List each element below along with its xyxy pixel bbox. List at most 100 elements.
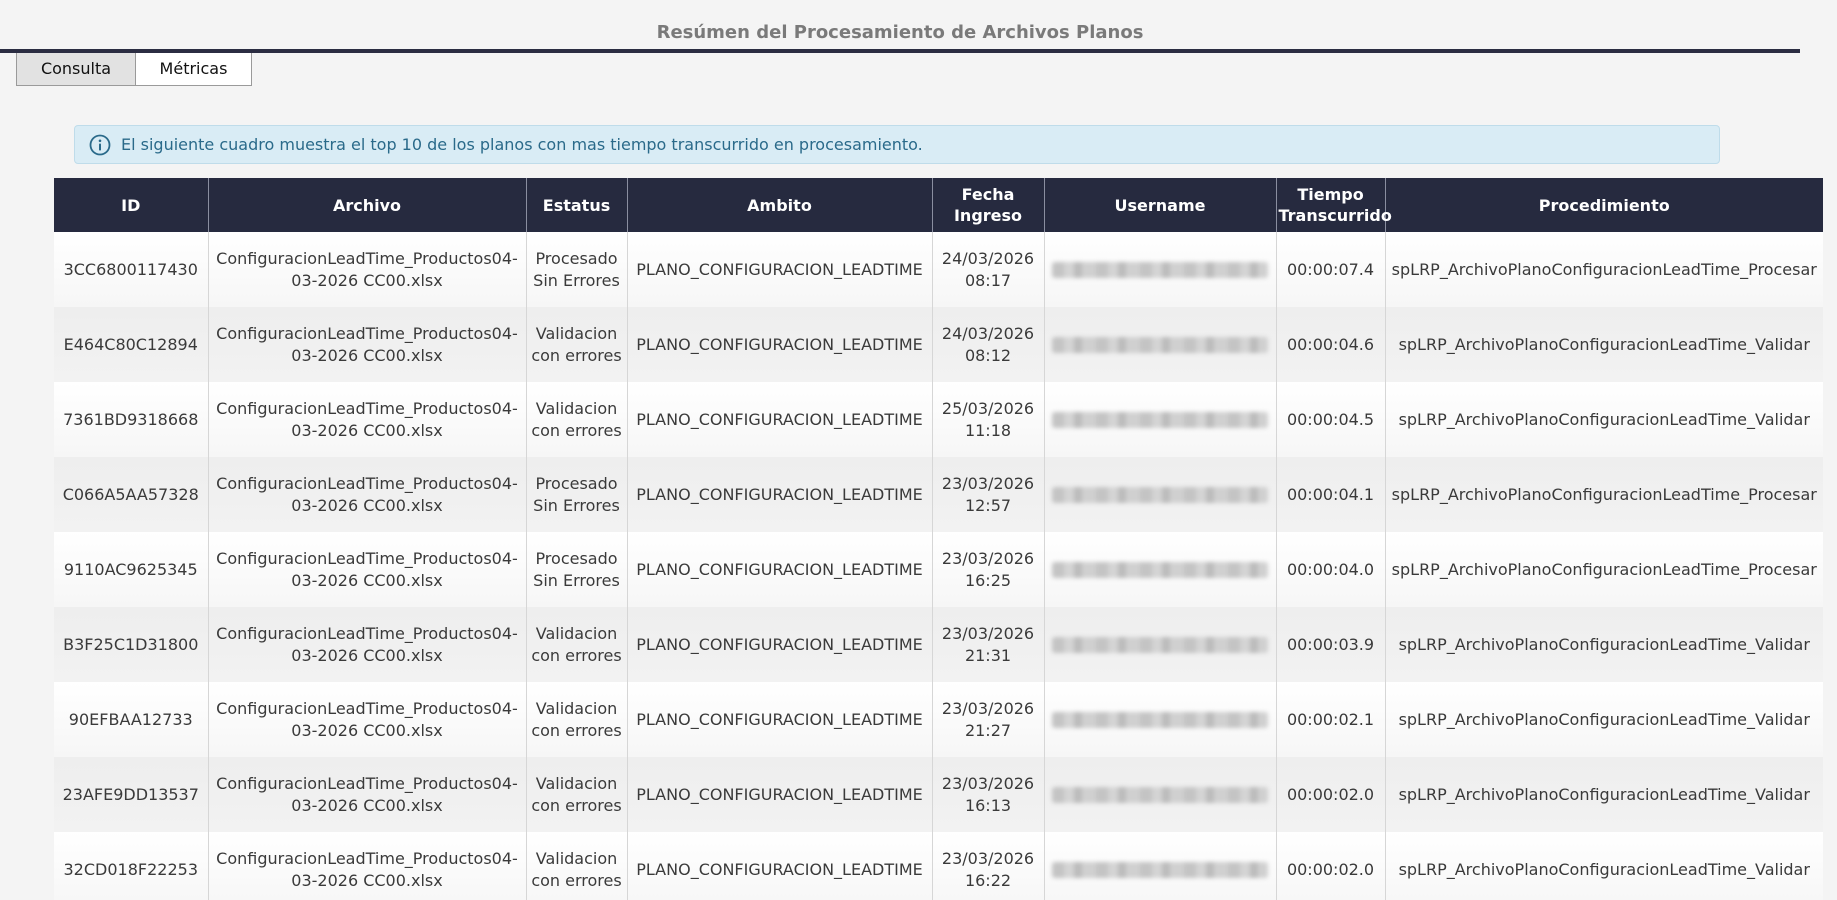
info-alert: El siguiente cuadro muestra el top 10 de… — [74, 125, 1720, 164]
cell-username — [1044, 382, 1277, 457]
cell-tiempo-transcurrido: 00:00:04.0 — [1276, 532, 1386, 607]
cell-ambito: PLANO_CONFIGURACION_LEADTIME — [627, 832, 933, 900]
title-divider — [0, 49, 1800, 53]
cell-tiempo-transcurrido: 00:00:04.1 — [1276, 457, 1386, 532]
redacted-username — [1052, 861, 1268, 878]
info-icon — [89, 134, 111, 155]
cell-procedimiento: spLRP_ArchivoPlanoConfiguracionLeadTime_… — [1385, 307, 1823, 382]
cell-fecha-ingreso: 23/03/2026 16:22 — [932, 832, 1045, 900]
cell-username — [1044, 532, 1277, 607]
redacted-username — [1052, 486, 1268, 503]
cell-archivo: ConfiguracionLeadTime_Productos04-03-202… — [208, 682, 527, 757]
page-title: Resúmen del Procesamiento de Archivos Pl… — [656, 22, 1144, 43]
cell-fecha-ingreso: 25/03/2026 11:18 — [932, 382, 1045, 457]
cell-ambito: PLANO_CONFIGURACION_LEADTIME — [627, 307, 933, 382]
metrics-table-wrapper: ID Archivo Estatus Ambito Fecha Ingreso … — [54, 178, 1824, 900]
cell-tiempo-transcurrido: 00:00:02.0 — [1276, 832, 1386, 900]
cell-archivo: ConfiguracionLeadTime_Productos04-03-202… — [208, 532, 527, 607]
cell-id: E464C80C12894 — [54, 307, 209, 382]
cell-tiempo-transcurrido: 00:00:04.6 — [1276, 307, 1386, 382]
cell-id: 23AFE9DD13537 — [54, 757, 209, 832]
cell-id: 90EFBAA12733 — [54, 682, 209, 757]
cell-archivo: ConfiguracionLeadTime_Productos04-03-202… — [208, 832, 527, 900]
redacted-username — [1052, 561, 1268, 578]
redacted-username — [1052, 786, 1268, 803]
cell-procedimiento: spLRP_ArchivoPlanoConfiguracionLeadTime_… — [1385, 457, 1823, 532]
column-header-estatus[interactable]: Estatus — [526, 178, 628, 232]
cell-fecha-ingreso: 23/03/2026 21:27 — [932, 682, 1045, 757]
cell-archivo: ConfiguracionLeadTime_Productos04-03-202… — [208, 307, 527, 382]
cell-username — [1044, 307, 1277, 382]
page: Resúmen del Procesamiento de Archivos Pl… — [0, 0, 1837, 900]
cell-archivo: ConfiguracionLeadTime_Productos04-03-202… — [208, 457, 527, 532]
metrics-table: ID Archivo Estatus Ambito Fecha Ingreso … — [54, 178, 1823, 900]
table-row: 3CC6800117430 ConfiguracionLeadTime_Prod… — [54, 232, 1823, 307]
cell-ambito: PLANO_CONFIGURACION_LEADTIME — [627, 757, 933, 832]
cell-archivo: ConfiguracionLeadTime_Productos04-03-202… — [208, 607, 527, 682]
cell-archivo: ConfiguracionLeadTime_Productos04-03-202… — [208, 757, 527, 832]
cell-procedimiento: spLRP_ArchivoPlanoConfiguracionLeadTime_… — [1385, 757, 1823, 832]
cell-procedimiento: spLRP_ArchivoPlanoConfiguracionLeadTime_… — [1385, 832, 1823, 900]
column-header-procedimiento[interactable]: Procedimiento — [1385, 178, 1823, 232]
cell-estatus: Validacion con errores — [526, 682, 628, 757]
cell-fecha-ingreso: 23/03/2026 12:57 — [932, 457, 1045, 532]
cell-estatus: Procesado Sin Errores — [526, 232, 628, 307]
cell-ambito: PLANO_CONFIGURACION_LEADTIME — [627, 382, 933, 457]
cell-fecha-ingreso: 23/03/2026 21:31 — [932, 607, 1045, 682]
redacted-username — [1052, 261, 1268, 278]
info-alert-text: El siguiente cuadro muestra el top 10 de… — [121, 135, 923, 154]
redacted-username — [1052, 636, 1268, 653]
tab-metricas[interactable]: Métricas — [136, 53, 252, 86]
column-header-ambito[interactable]: Ambito — [627, 178, 933, 232]
column-header-tiempo-transcurrido[interactable]: Tiempo Transcurrido — [1276, 178, 1392, 232]
cell-procedimiento: spLRP_ArchivoPlanoConfiguracionLeadTime_… — [1385, 607, 1823, 682]
cell-ambito: PLANO_CONFIGURACION_LEADTIME — [627, 682, 933, 757]
cell-estatus: Validacion con errores — [526, 832, 628, 900]
column-header-archivo[interactable]: Archivo — [208, 178, 527, 232]
cell-archivo: ConfiguracionLeadTime_Productos04-03-202… — [208, 232, 527, 307]
redacted-username — [1052, 336, 1268, 353]
column-header-username[interactable]: Username — [1044, 178, 1277, 232]
column-header-id[interactable]: ID — [54, 178, 209, 232]
cell-id: 9110AC9625345 — [54, 532, 209, 607]
cell-id: 32CD018F22253 — [54, 832, 209, 900]
table-row: B3F25C1D31800 ConfiguracionLeadTime_Prod… — [54, 607, 1823, 682]
table-header-row: ID Archivo Estatus Ambito Fecha Ingreso … — [54, 178, 1823, 232]
cell-tiempo-transcurrido: 00:00:02.0 — [1276, 757, 1386, 832]
cell-estatus: Validacion con errores — [526, 757, 628, 832]
cell-ambito: PLANO_CONFIGURACION_LEADTIME — [627, 457, 933, 532]
table-row: 7361BD9318668 ConfiguracionLeadTime_Prod… — [54, 382, 1823, 457]
cell-id: 3CC6800117430 — [54, 232, 209, 307]
cell-id: C066A5AA57328 — [54, 457, 209, 532]
cell-procedimiento: spLRP_ArchivoPlanoConfiguracionLeadTime_… — [1385, 232, 1823, 307]
tab-consulta[interactable]: Consulta — [16, 53, 136, 86]
redacted-username — [1052, 411, 1268, 428]
table-body: 3CC6800117430 ConfiguracionLeadTime_Prod… — [54, 232, 1823, 900]
table-row: 32CD018F22253 ConfiguracionLeadTime_Prod… — [54, 832, 1823, 900]
cell-estatus: Validacion con errores — [526, 307, 628, 382]
cell-ambito: PLANO_CONFIGURACION_LEADTIME — [627, 607, 933, 682]
cell-procedimiento: spLRP_ArchivoPlanoConfiguracionLeadTime_… — [1385, 382, 1823, 457]
cell-id: B3F25C1D31800 — [54, 607, 209, 682]
cell-fecha-ingreso: 23/03/2026 16:25 — [932, 532, 1045, 607]
cell-estatus: Procesado Sin Errores — [526, 457, 628, 532]
cell-procedimiento: spLRP_ArchivoPlanoConfiguracionLeadTime_… — [1385, 532, 1823, 607]
cell-estatus: Validacion con errores — [526, 607, 628, 682]
cell-ambito: PLANO_CONFIGURACION_LEADTIME — [627, 532, 933, 607]
cell-tiempo-transcurrido: 00:00:02.1 — [1276, 682, 1386, 757]
cell-tiempo-transcurrido: 00:00:07.4 — [1276, 232, 1386, 307]
cell-username — [1044, 232, 1277, 307]
tab-bar: Consulta Métricas — [16, 53, 252, 86]
cell-id: 7361BD9318668 — [54, 382, 209, 457]
cell-username — [1044, 682, 1277, 757]
cell-procedimiento: spLRP_ArchivoPlanoConfiguracionLeadTime_… — [1385, 682, 1823, 757]
cell-tiempo-transcurrido: 00:00:03.9 — [1276, 607, 1386, 682]
table-row: 9110AC9625345 ConfiguracionLeadTime_Prod… — [54, 532, 1823, 607]
table-row: 23AFE9DD13537 ConfiguracionLeadTime_Prod… — [54, 757, 1823, 832]
cell-username — [1044, 457, 1277, 532]
table-row: E464C80C12894 ConfiguracionLeadTime_Prod… — [54, 307, 1823, 382]
cell-estatus: Validacion con errores — [526, 382, 628, 457]
cell-username — [1044, 832, 1277, 900]
cell-estatus: Procesado Sin Errores — [526, 532, 628, 607]
column-header-fecha-ingreso[interactable]: Fecha Ingreso — [932, 178, 1045, 232]
